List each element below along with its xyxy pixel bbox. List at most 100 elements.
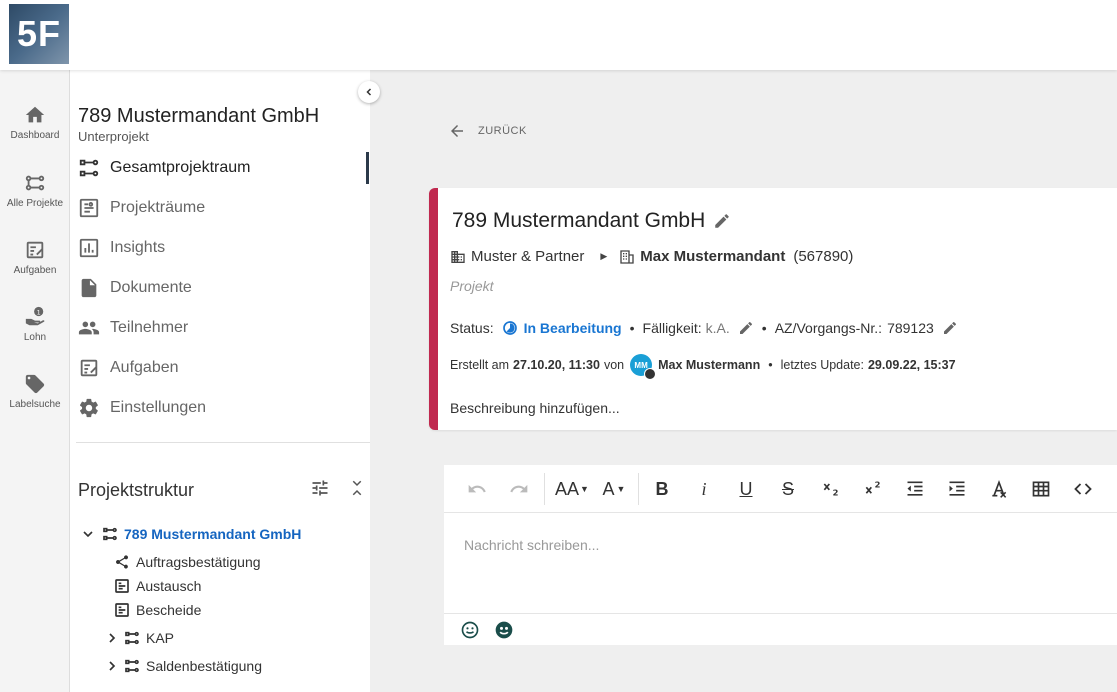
nav-item-gesamtprojektraum[interactable]: Gesamtprojektraum [78, 153, 368, 183]
indent-button[interactable] [944, 477, 970, 501]
nav-item-einstellungen[interactable]: Einstellungen [78, 393, 368, 423]
subscript-icon: 2 [823, 483, 839, 498]
breadcrumb-arrow: ▶ [600, 251, 608, 261]
sticker-icon[interactable] [494, 620, 514, 640]
nav-item-aufgaben[interactable]: Aufgaben [78, 353, 368, 383]
tree-item-bescheide[interactable]: Bescheide [114, 600, 201, 620]
toolbar-separator [638, 473, 639, 505]
active-indicator [366, 152, 369, 184]
tree-item-auftragsbestaetigung[interactable]: Auftragsbestätigung [114, 552, 261, 572]
separator-dot: • [629, 320, 635, 336]
undo-button[interactable] [464, 477, 490, 501]
project-structure-title: Projektstruktur [78, 480, 195, 500]
tree-item-label: Auftragsbestätigung [136, 554, 261, 570]
bold-button[interactable]: B [650, 477, 674, 501]
message-input[interactable]: Nachricht schreiben... [464, 537, 599, 553]
gear-icon [79, 398, 98, 418]
nav-item-insights[interactable]: Insights [78, 233, 368, 263]
project-tree-icon [103, 527, 117, 541]
code-view-button[interactable] [1070, 477, 1096, 501]
tree-item-saldenbestaetigung[interactable]: Saldenbestätigung [104, 656, 262, 676]
rail-label: Aufgaben [13, 265, 57, 276]
strikethrough-button[interactable]: S [776, 477, 800, 501]
nav-item-projektraeume[interactable]: Projekträume [78, 193, 368, 223]
tree-item-label: Bescheide [136, 602, 202, 618]
status-progress-icon [502, 321, 517, 335]
rail-item-tasks[interactable]: Aufgaben [0, 239, 70, 276]
tree-item-austausch[interactable]: Austausch [114, 576, 201, 596]
svg-text:2: 2 [875, 479, 881, 489]
edit-title-icon[interactable] [713, 212, 731, 230]
rail-item-all-projects[interactable]: Alle Projekte [0, 172, 70, 209]
app-logo[interactable]: 5F [9, 4, 69, 64]
message-editor: AA ▼ A ▼ B i U S 2 2 Nachricht schreiben… [444, 465, 1117, 645]
chart-icon [79, 238, 99, 258]
tree-root[interactable]: 789 Mustermandant GmbH [80, 524, 301, 544]
redo-icon [510, 484, 528, 493]
due-value: k.A. [705, 320, 730, 336]
project-title: 789 Mustermandant GmbH [452, 209, 731, 233]
client-building-icon [620, 249, 634, 264]
font-size-button[interactable]: AA ▼ [554, 477, 590, 501]
sidebar-title: 789 Mustermandant GmbH [78, 105, 320, 127]
nav-item-teilnehmer[interactable]: Teilnehmer [78, 313, 368, 343]
update-date: 29.09.22, 15:37 [867, 358, 956, 372]
nav-item-dokumente[interactable]: Dokumente [78, 273, 368, 303]
add-description[interactable]: Beschreibung hinzufügen... [450, 400, 620, 416]
room-icon [115, 579, 129, 593]
verified-icon [644, 368, 657, 380]
project-tree-icon [125, 659, 139, 673]
insert-table-button[interactable] [1028, 477, 1054, 501]
project-tree-icon [79, 159, 99, 177]
az-label: AZ/Vorgangs-Nr.: [774, 320, 883, 336]
project-card: 789 Mustermandant GmbH Muster & Partner … [429, 188, 1117, 430]
dropdown-caret-icon: ▼ [580, 484, 589, 494]
italic-button[interactable]: i [692, 477, 716, 501]
toolbar-separator [544, 473, 545, 505]
top-bar: 5F [0, 0, 1117, 70]
edit-az-icon[interactable] [942, 320, 958, 336]
structure-collapse-button[interactable] [348, 478, 366, 503]
due-label: Fälligkeit: [642, 320, 702, 336]
tree-item-label: Saldenbestätigung [146, 658, 262, 674]
font-color-button[interactable]: A ▼ [598, 477, 630, 501]
emoji-icon[interactable] [460, 620, 480, 640]
underline-button[interactable]: U [734, 477, 758, 501]
tree-item-kap[interactable]: KAP [104, 628, 174, 648]
outdent-button[interactable] [902, 477, 928, 501]
building-icon [451, 250, 465, 263]
nav-label: Aufgaben [110, 359, 179, 376]
status-value[interactable]: In Bearbeitung [524, 320, 622, 336]
redo-button[interactable] [506, 477, 532, 501]
separator-dot: • [761, 320, 767, 336]
structure-filter-button[interactable] [310, 478, 330, 503]
superscript-button[interactable]: 2 [860, 477, 886, 501]
clear-format-button[interactable] [986, 477, 1012, 501]
rail-item-wage[interactable]: 1 Lohn [0, 306, 70, 343]
back-label: ZURÜCK [478, 125, 527, 137]
subscript-button[interactable]: 2 [818, 477, 844, 501]
rail-item-dashboard[interactable]: Dashboard [0, 104, 70, 141]
separator-dot: • [768, 358, 773, 372]
created-by-word: von [603, 358, 625, 372]
chevron-right-icon[interactable] [104, 630, 120, 646]
sidebar-collapse-button[interactable] [358, 81, 380, 103]
rail-item-label-search[interactable]: Labelsuche [0, 373, 70, 410]
editor-toolbar: AA ▼ A ▼ B i U S 2 2 [444, 465, 1117, 513]
bold-label: B [655, 478, 669, 499]
dropdown-caret-icon: ▼ [616, 484, 626, 494]
back-button[interactable]: ZURÜCK [448, 122, 527, 140]
chevron-right-icon[interactable] [104, 658, 120, 674]
created-prefix: Erstellt am [450, 358, 510, 372]
edit-due-icon[interactable] [738, 320, 754, 336]
rail-label: Alle Projekte [6, 198, 64, 209]
avatar[interactable]: MM [630, 354, 657, 380]
creator-name[interactable]: Max Mustermann [658, 358, 760, 372]
rooms-icon [79, 198, 99, 218]
superscript-icon: 2 [865, 479, 881, 494]
organisation-name[interactable]: Muster & Partner [471, 248, 584, 265]
organisation-row: Muster & Partner ▶ Max Mustermandant (56… [450, 248, 853, 265]
chevron-down-icon[interactable] [80, 526, 96, 542]
document-icon [81, 278, 97, 298]
client-name[interactable]: Max Mustermandant [640, 248, 785, 265]
